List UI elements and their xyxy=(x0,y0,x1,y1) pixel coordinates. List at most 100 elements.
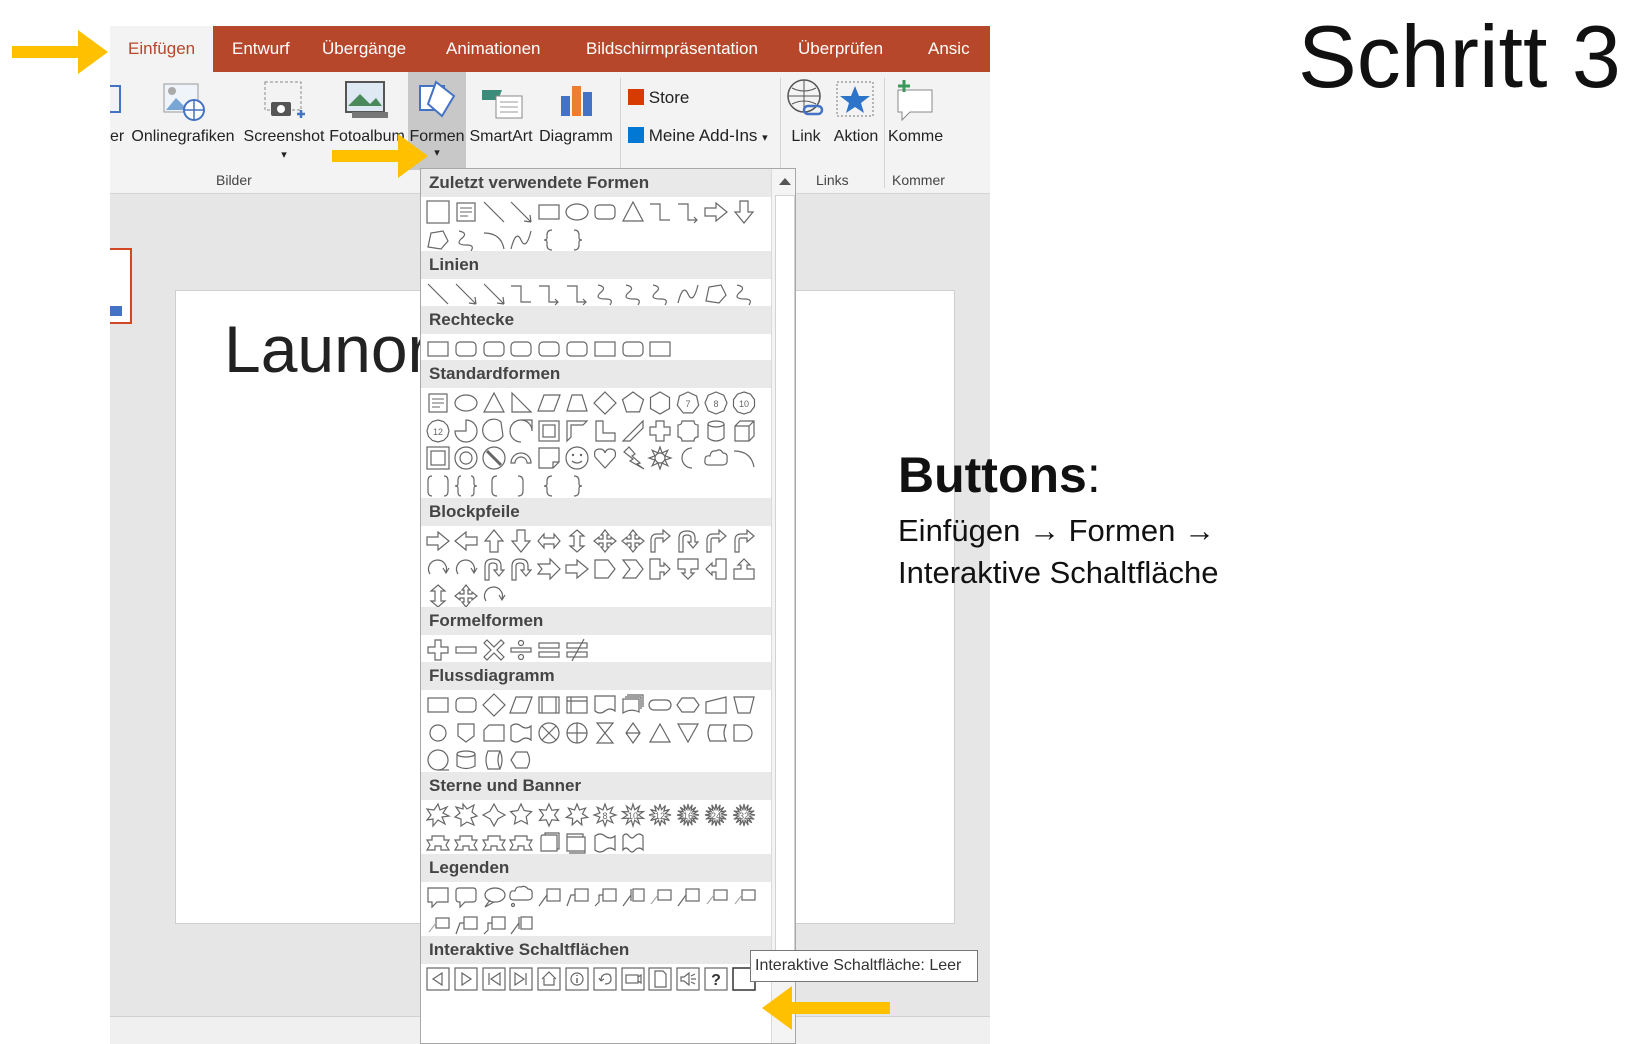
frame-icon[interactable] xyxy=(536,418,562,444)
line-callout-bordered-icon[interactable] xyxy=(425,912,451,938)
flowchart-preparation-icon[interactable] xyxy=(675,692,701,718)
action-movie-button-icon[interactable] xyxy=(620,966,646,992)
decagon-icon[interactable]: 10 xyxy=(731,390,757,416)
link-button[interactable]: Link xyxy=(782,72,830,146)
star-24-points-icon[interactable]: 24 xyxy=(703,802,729,828)
arc-icon[interactable] xyxy=(481,227,507,253)
bracket-pair-icon[interactable] xyxy=(425,473,451,499)
cloud-icon[interactable] xyxy=(703,445,729,471)
slide-title[interactable]: Launor xyxy=(224,311,430,387)
vertical-scroll-icon[interactable] xyxy=(536,830,562,856)
flowchart-collate-icon[interactable] xyxy=(592,720,618,746)
up-down-arrow-icon[interactable] xyxy=(425,583,451,609)
aktion-button[interactable]: Aktion xyxy=(830,72,882,146)
action-beginning-button-icon[interactable] xyxy=(481,966,507,992)
flowchart-manual-operation-icon[interactable] xyxy=(731,692,757,718)
tab-entwurf[interactable]: Entwurf xyxy=(232,26,290,72)
triangle-icon[interactable] xyxy=(620,199,646,225)
flowchart-connector-icon[interactable] xyxy=(425,720,451,746)
star-6-points-icon[interactable] xyxy=(536,802,562,828)
fotoalbum-button[interactable]: Fotoalbum xyxy=(326,72,408,146)
notched-right-arrow-icon[interactable] xyxy=(536,556,562,582)
equal-icon[interactable] xyxy=(536,637,562,663)
flowchart-multidocument-icon[interactable] xyxy=(620,692,646,718)
line-arrow-icon[interactable] xyxy=(453,281,479,307)
brace-pair-icon[interactable] xyxy=(453,473,479,499)
action-return-button-icon[interactable] xyxy=(592,966,618,992)
star-32-points-icon[interactable]: 32 xyxy=(731,802,757,828)
rounded-rectangle-icon[interactable] xyxy=(481,336,507,362)
division-icon[interactable] xyxy=(508,637,534,663)
left-brace-icon[interactable] xyxy=(536,473,562,499)
slide-thumbnail[interactable] xyxy=(110,248,132,324)
rectangle-icon[interactable] xyxy=(425,336,451,362)
folded-corner-icon[interactable] xyxy=(536,445,562,471)
rectangle-icon[interactable] xyxy=(536,199,562,225)
multiply-icon[interactable] xyxy=(481,637,507,663)
right-arrow-callout-icon[interactable] xyxy=(647,556,673,582)
flowchart-predefined-process-icon[interactable] xyxy=(536,692,562,718)
uturn-arrow-icon[interactable] xyxy=(508,556,534,582)
ribbon-icon[interactable] xyxy=(481,830,507,856)
diagonal-stripe-icon[interactable] xyxy=(620,418,646,444)
flowchart-or-icon[interactable] xyxy=(564,720,590,746)
up-down-arrow-icon[interactable] xyxy=(564,528,590,554)
plus-icon[interactable] xyxy=(425,637,451,663)
diagramm-button[interactable]: Diagramm xyxy=(536,72,616,146)
rectangle-icon[interactable] xyxy=(425,199,451,225)
left-brace-icon[interactable] xyxy=(536,227,562,253)
tab-bildschirmpraesentation[interactable]: Bildschirmpräsentation xyxy=(586,26,758,72)
chord-icon[interactable] xyxy=(481,418,507,444)
diamond-icon[interactable] xyxy=(592,390,618,416)
elbow-arrow-icon[interactable] xyxy=(564,281,590,307)
meine-addins-button[interactable]: Meine Add-Ins ▾ xyxy=(628,126,768,146)
plaque-icon[interactable] xyxy=(675,418,701,444)
cross-icon[interactable] xyxy=(647,418,673,444)
rectangle-icon[interactable] xyxy=(592,336,618,362)
right-brace-icon[interactable] xyxy=(564,227,590,253)
line-icon[interactable] xyxy=(425,281,451,307)
wave-icon[interactable] xyxy=(592,830,618,856)
line-callout-double-bent-icon[interactable] xyxy=(481,912,507,938)
diamond-icon[interactable] xyxy=(481,692,507,718)
trapezoid-icon[interactable] xyxy=(564,390,590,416)
action-forward-button-icon[interactable] xyxy=(453,966,479,992)
screenshot-button[interactable]: Screenshot ▾ xyxy=(242,72,326,161)
flowchart-delay-icon[interactable] xyxy=(731,720,757,746)
rounded-rectangle-icon[interactable] xyxy=(536,336,562,362)
star-7-points-icon[interactable] xyxy=(564,802,590,828)
kommentar-button[interactable]: Komme xyxy=(888,72,948,146)
tab-einfuegen[interactable]: Einfügen xyxy=(110,26,214,72)
right-triangle-icon[interactable] xyxy=(508,390,534,416)
circular-arrow-icon[interactable] xyxy=(481,583,507,609)
line-callout-icon[interactable] xyxy=(536,884,562,910)
star-12-points-icon[interactable]: 12 xyxy=(647,802,673,828)
moon-icon[interactable] xyxy=(675,445,701,471)
scribble-icon[interactable] xyxy=(647,281,673,307)
chevron-icon[interactable] xyxy=(620,556,646,582)
action-document-button-icon[interactable] xyxy=(647,966,673,992)
pentagon-icon[interactable] xyxy=(620,390,646,416)
left-arrow-icon[interactable] xyxy=(453,528,479,554)
elbow-connector-icon[interactable] xyxy=(647,199,673,225)
lightning-bolt-icon[interactable] xyxy=(620,445,646,471)
star-5-points-icon[interactable] xyxy=(508,802,534,828)
up-arrow-icon[interactable] xyxy=(481,528,507,554)
elbow-arrow-icon[interactable] xyxy=(536,281,562,307)
text-box-icon[interactable] xyxy=(453,199,479,225)
right-arrow-icon[interactable] xyxy=(564,556,590,582)
flowchart-sort-icon[interactable] xyxy=(620,720,646,746)
bent-arrow-icon[interactable] xyxy=(703,528,729,554)
right-arrow-icon[interactable] xyxy=(703,199,729,225)
l-shape-icon[interactable] xyxy=(592,418,618,444)
heart-icon[interactable] xyxy=(592,445,618,471)
line-callout-bordered-icon[interactable] xyxy=(647,884,673,910)
flowchart-direct-access-icon[interactable] xyxy=(481,747,507,773)
flowchart-terminator-icon[interactable] xyxy=(647,692,673,718)
flowchart-display-icon[interactable] xyxy=(508,747,534,773)
down-arrow-icon[interactable] xyxy=(508,528,534,554)
rectangle-icon[interactable] xyxy=(647,336,673,362)
elbow-connector-icon[interactable] xyxy=(508,281,534,307)
dodecagon-icon[interactable]: 12 xyxy=(425,418,451,444)
rectangle-icon[interactable] xyxy=(425,692,451,718)
